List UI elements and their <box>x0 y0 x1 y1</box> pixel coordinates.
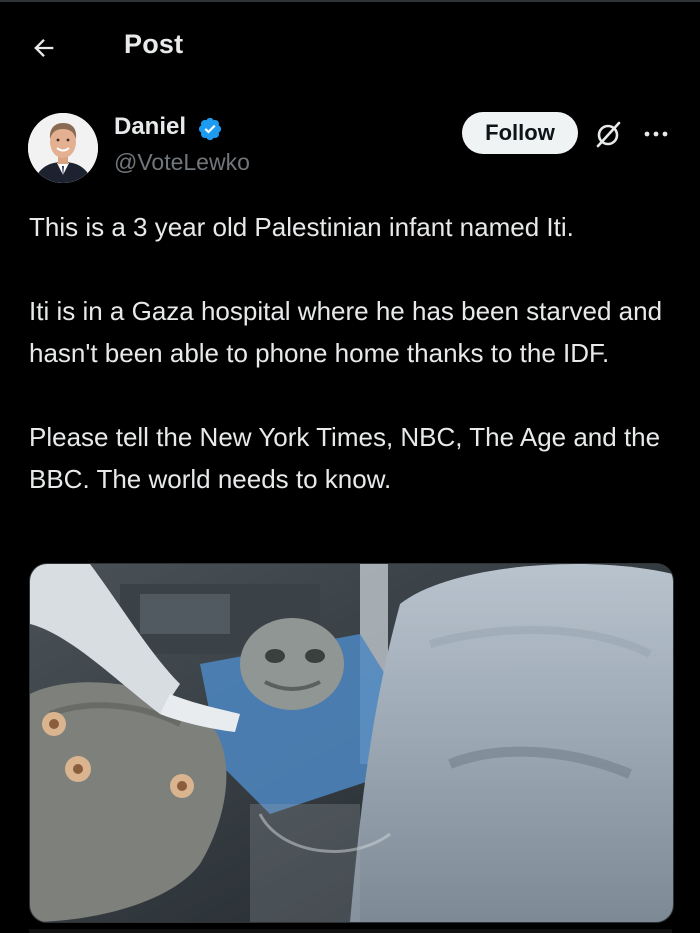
hospital-scene-image <box>30 564 673 922</box>
divider <box>29 929 672 933</box>
back-button[interactable] <box>22 26 66 70</box>
more-options-button[interactable] <box>636 116 676 152</box>
follow-button[interactable]: Follow <box>462 112 578 154</box>
author-handle[interactable]: @VoteLewko <box>114 149 250 176</box>
page-title: Post <box>124 29 184 59</box>
post-paragraph: This is a 3 year old Palestinian infant … <box>29 212 574 242</box>
more-horizontal-icon <box>644 131 668 137</box>
post-image[interactable] <box>29 563 674 923</box>
author-name[interactable]: Daniel <box>114 113 186 141</box>
post-paragraph: Iti is in a Gaza hospital where he has b… <box>29 296 663 368</box>
arrow-left-icon <box>34 39 54 57</box>
post-paragraph: Please tell the New York Times, NBC, The… <box>29 422 661 494</box>
grok-button[interactable] <box>590 116 626 152</box>
top-bar: Post <box>0 0 700 88</box>
verified-badge-icon <box>198 117 222 141</box>
avatar[interactable] <box>28 113 98 183</box>
grok-icon <box>596 121 621 148</box>
avatar-image <box>28 113 98 183</box>
post-text: This is a 3 year old Palestinian infant … <box>29 206 674 500</box>
